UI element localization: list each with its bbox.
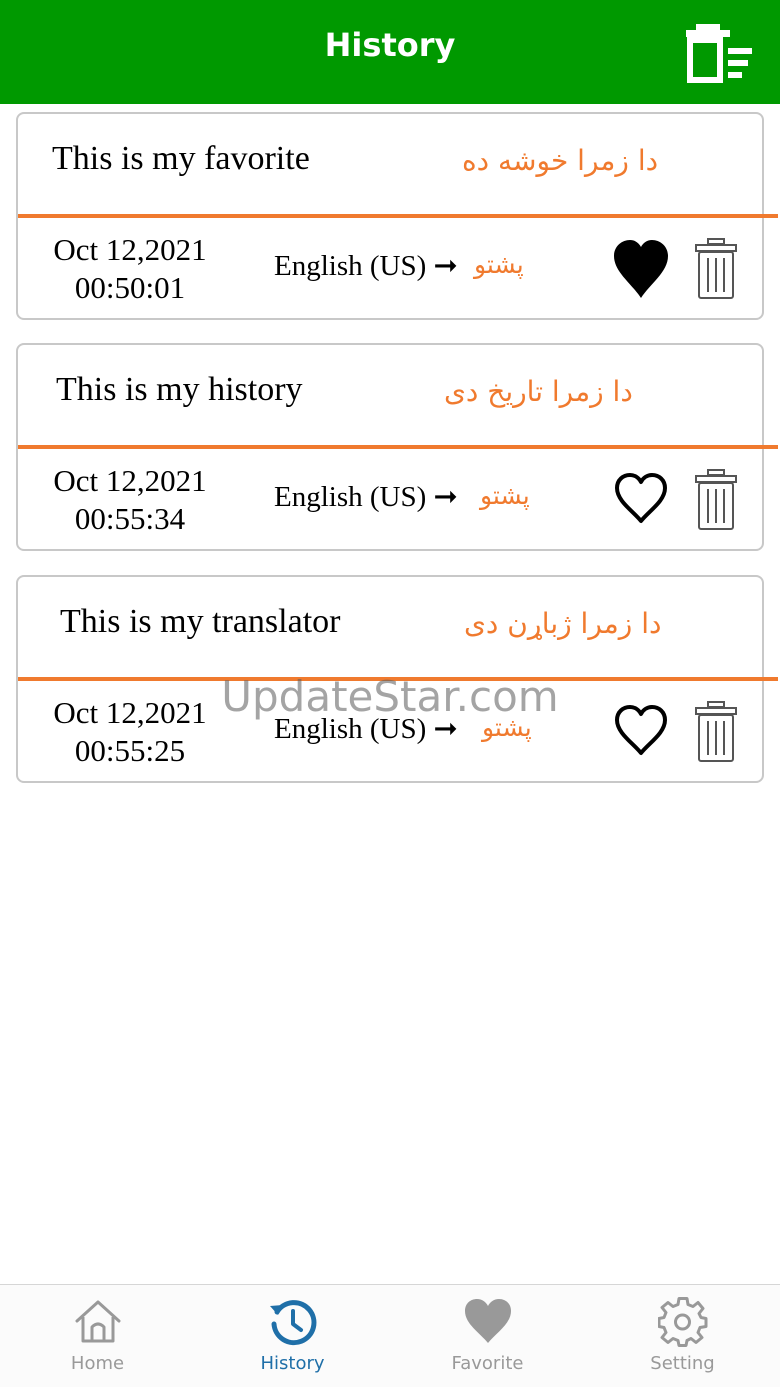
card-divider: [18, 214, 778, 218]
delete-record-button[interactable]: [694, 238, 738, 300]
tab-setting[interactable]: Setting: [585, 1285, 780, 1387]
record-time: 00:55:34: [74, 501, 186, 536]
gear-icon: [658, 1297, 708, 1347]
heart-outline-icon: [615, 473, 667, 523]
delete-record-button[interactable]: [694, 701, 738, 763]
heart-outline-icon: [615, 705, 667, 755]
favorite-toggle-button[interactable]: [612, 701, 670, 763]
app-header: History: [0, 0, 780, 104]
tab-label: History: [260, 1353, 325, 1374]
source-language: English (US) ➞: [274, 250, 458, 282]
favorite-toggle-button[interactable]: [612, 238, 670, 300]
source-text: This is my history: [56, 371, 303, 408]
tab-home[interactable]: Home: [0, 1285, 195, 1387]
history-icon: [270, 1300, 317, 1346]
target-language: پشتو: [482, 713, 532, 742]
tab-label: Favorite: [451, 1353, 524, 1374]
history-card[interactable]: This is my translator دا زمرا ژباړن دی O…: [16, 575, 778, 783]
translated-text: دا زمرا ژباړن دی: [464, 607, 662, 640]
record-date: Oct 12,2021: [53, 695, 207, 730]
target-language: پشتو: [480, 481, 530, 510]
tab-favorite[interactable]: Favorite: [390, 1285, 585, 1387]
page-title: History: [324, 26, 456, 64]
delete-record-button[interactable]: [694, 469, 738, 531]
heart-icon: [465, 1299, 511, 1343]
source-language: English (US) ➞: [274, 481, 458, 513]
clear-list-icon: [686, 24, 752, 83]
trash-icon: [695, 238, 737, 299]
target-language: پشتو: [474, 250, 524, 279]
translated-text: دا زمرا تاریخ دی: [444, 375, 633, 408]
source-text: This is my favorite: [52, 140, 310, 177]
tab-history[interactable]: History: [195, 1285, 390, 1387]
heart-filled-icon: [614, 240, 668, 298]
tab-label: Setting: [650, 1353, 715, 1374]
clear-history-button[interactable]: [684, 24, 756, 84]
source-text: This is my translator: [60, 603, 341, 640]
history-card[interactable]: This is my favorite دا زمرا خوشە دە Oct …: [16, 112, 778, 320]
record-date: Oct 12,2021: [53, 463, 207, 498]
record-time: 00:50:01: [74, 270, 186, 305]
card-divider: [18, 677, 778, 681]
bottom-tab-bar: Home History Favorite Setting: [0, 1284, 780, 1387]
history-card[interactable]: This is my history دا زمرا تاریخ دی Oct …: [16, 343, 778, 551]
card-divider: [18, 445, 778, 449]
tab-label: Home: [70, 1353, 125, 1374]
trash-icon: [695, 701, 737, 762]
home-icon: [75, 1300, 121, 1343]
record-date: Oct 12,2021: [53, 232, 207, 267]
favorite-toggle-button[interactable]: [612, 469, 670, 531]
record-time: 00:55:25: [74, 733, 186, 768]
trash-icon: [695, 469, 737, 530]
source-language: English (US) ➞: [274, 713, 458, 745]
translated-text: دا زمرا خوشە دە: [462, 144, 659, 177]
